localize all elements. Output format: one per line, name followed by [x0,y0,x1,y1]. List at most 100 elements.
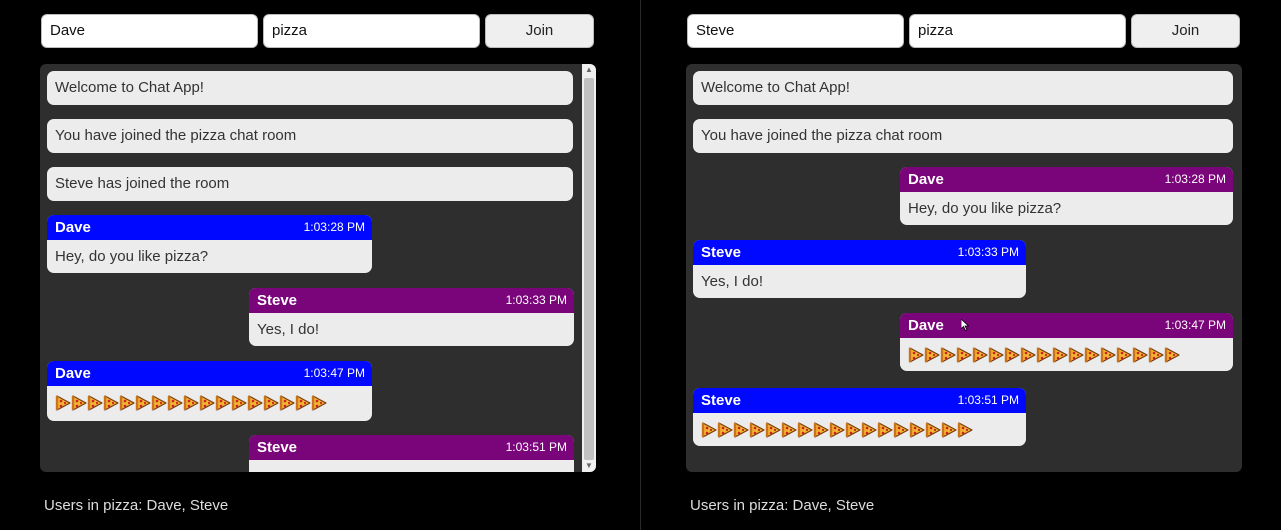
scroll-thumb[interactable] [584,78,594,460]
message-author: Dave [908,171,944,188]
pizza-slice-icon [908,346,924,363]
pizza-slice-icon [765,421,781,438]
message-time: 1:03:47 PM [303,366,365,380]
system-message: You have joined the pizza chat room [693,119,1233,153]
system-message: Welcome to Chat App! [693,71,1233,105]
pizza-emoji-row [900,338,1233,371]
message-author: Steve [257,292,298,309]
pizza-slice-icon [295,394,311,411]
pizza-slice-icon [1036,346,1052,363]
pizza-slice-icon [1068,346,1084,363]
pizza-slice-icon [263,394,279,411]
pizza-slice-icon [55,394,71,411]
pizza-slice-icon [941,421,957,438]
pizza-slice-icon [717,421,733,438]
pizza-slice-icon [1020,346,1036,363]
message-time: 1:03:47 PM [1164,318,1226,332]
pizza-slice-icon [733,421,749,438]
pizza-slice-icon [103,394,119,411]
message-time: 1:03:33 PM [505,293,567,307]
mouse-cursor-icon [961,319,969,331]
pizza-emoji-row [693,413,1026,446]
chat-message: Dave 1:03:28 PM Hey, do you like pizza? [47,215,372,273]
message-header: Dave 1:03:28 PM [900,167,1233,192]
message-text: Yes, I do! [701,273,763,290]
system-message: You have joined the pizza chat room [47,119,573,153]
system-message: Welcome to Chat App! [47,71,573,105]
pizza-slice-icon [119,394,135,411]
message-author: Dave [55,219,91,236]
message-time: 1:03:28 PM [303,220,365,234]
message-time: 1:03:51 PM [505,440,567,454]
pizza-slice-icon [988,346,1004,363]
message-text: Hey, do you like pizza? [55,248,209,265]
pizza-slice-icon [1164,346,1180,363]
message-header: Dave 1:03:47 PM [900,313,1233,338]
message-header: Steve 1:03:33 PM [249,288,574,313]
message-text: Yes, I do! [257,321,319,338]
pizza-slice-icon [829,421,845,438]
message-header: Dave 1:03:47 PM [47,361,372,386]
system-message: Steve has joined the room [47,167,573,201]
chat-message: Steve 1:03:51 PM [693,388,1026,446]
pizza-slice-icon [1100,346,1116,363]
pizza-slice-icon [71,394,87,411]
chat-message: Steve 1:03:33 PM Yes, I do! [693,240,1026,298]
message-list[interactable]: Welcome to Chat App! You have joined the… [40,64,596,472]
pizza-slice-icon [1148,346,1164,363]
pizza-slice-icon [813,421,829,438]
username-input[interactable]: Steve [687,14,904,48]
pizza-emoji-row [47,386,372,419]
pizza-slice-icon [957,421,973,438]
chat-window-dave: Dave pizza Join Welcome to Chat App! You… [0,0,640,530]
message-author: Dave [908,317,944,334]
scroll-up-arrow-icon[interactable]: ▲ [582,64,596,76]
pizza-slice-icon [972,346,988,363]
pizza-slice-icon [183,394,199,411]
pizza-slice-icon [797,421,813,438]
message-list[interactable]: Welcome to Chat App! You have joined the… [686,64,1242,472]
message-header: Steve 1:03:33 PM [693,240,1026,265]
chat-message: Dave 1:03:28 PM Hey, do you like pizza? [900,167,1233,225]
chat-message: Dave 1:03:47 PM [47,361,372,421]
join-button[interactable]: Join [485,14,594,48]
pizza-slice-icon [845,421,861,438]
username-input[interactable]: Dave [41,14,258,48]
pizza-slice-icon [749,421,765,438]
message-time: 1:03:51 PM [957,393,1019,407]
pizza-slice-icon [861,421,877,438]
message-time: 1:03:33 PM [957,245,1019,259]
scroll-down-arrow-icon[interactable]: ▼ [582,460,596,472]
pizza-slice-icon [279,394,295,411]
pizza-slice-icon [781,421,797,438]
room-users-list: Users in pizza: Dave, Steve [690,497,875,514]
room-input[interactable]: pizza [263,14,480,48]
pizza-slice-icon [87,394,103,411]
pizza-slice-icon [940,346,956,363]
message-header: Dave 1:03:28 PM [47,215,372,240]
message-author: Steve [701,392,742,409]
message-header: Steve 1:03:51 PM [249,435,574,460]
message-text: Hey, do you like pizza? [908,200,1062,217]
scrollbar[interactable]: ▲ ▼ [582,64,596,472]
pizza-slice-icon [135,394,151,411]
pizza-slice-icon [909,421,925,438]
join-button[interactable]: Join [1131,14,1240,48]
pizza-slice-icon [199,394,215,411]
pizza-slice-icon [925,421,941,438]
pizza-slice-icon [956,346,972,363]
pizza-slice-icon [924,346,940,363]
pizza-slice-icon [247,394,263,411]
pizza-slice-icon [877,421,893,438]
pizza-slice-icon [1084,346,1100,363]
chat-message: Steve 1:03:51 PM [249,435,574,472]
room-input[interactable]: pizza [909,14,1126,48]
message-author: Steve [257,439,298,456]
pizza-slice-icon [311,394,327,411]
pizza-slice-icon [231,394,247,411]
pizza-slice-icon [701,421,717,438]
pizza-slice-icon [1004,346,1020,363]
chat-message: Steve 1:03:33 PM Yes, I do! [249,288,574,346]
chat-window-steve: Steve pizza Join Welcome to Chat App! Yo… [641,0,1281,530]
pizza-slice-icon [1116,346,1132,363]
